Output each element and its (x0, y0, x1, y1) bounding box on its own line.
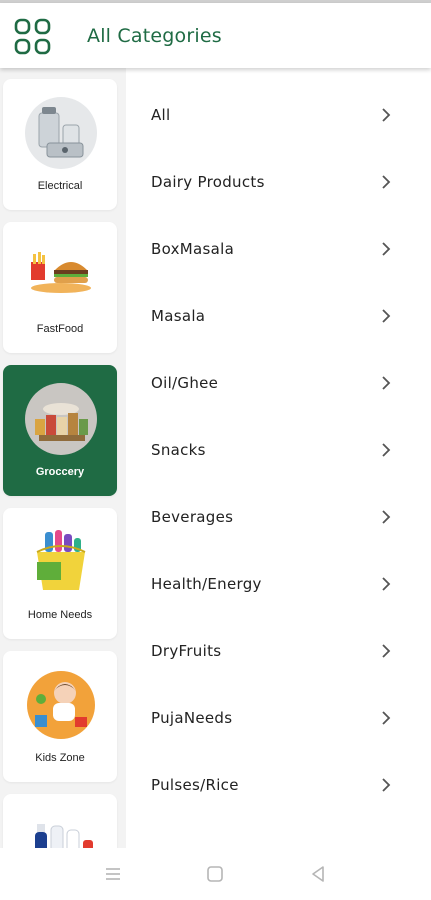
subcategory-row-pujaneeds[interactable]: PujaNeeds (126, 684, 431, 751)
subcategory-row-health-energy[interactable]: Health/Energy (126, 550, 431, 617)
sidebar-item-home-needs[interactable]: Home Needs (3, 508, 117, 639)
subcategory-label: Snacks (151, 440, 206, 459)
subcategory-row-snacks[interactable]: Snacks (126, 416, 431, 483)
sidebar-item-label: Home Needs (27, 609, 93, 621)
sidebar-item-label: FastFood (36, 323, 84, 335)
subcategory-label: All (151, 105, 171, 124)
subcategory-row-pulses-rice[interactable]: Pulses/Rice (126, 751, 431, 818)
chevron-right-icon (382, 643, 391, 658)
sidebar-item-label: Electrical (37, 180, 83, 192)
subcategory-row-all[interactable]: All (126, 81, 431, 148)
subcategory-row-beverages[interactable]: Beverages (126, 483, 431, 550)
subcategory-row-dairy-products[interactable]: Dairy Products (126, 148, 431, 215)
sidebar-item-kids-zone[interactable]: Kids Zone (3, 651, 117, 782)
subcategory-row-oil-ghee[interactable]: Oil/Ghee (126, 349, 431, 416)
chevron-right-icon (382, 576, 391, 591)
personal-care-bottles-image (35, 824, 93, 848)
subcategory-label: Dairy Products (151, 172, 265, 191)
burger-fries-image (31, 252, 91, 293)
subcategory-row-masala[interactable]: Masala (126, 282, 431, 349)
subcategory-label: PujaNeeds (151, 708, 233, 727)
subcategory-label: BoxMasala (151, 239, 235, 258)
subcategory-label: Masala (151, 306, 206, 325)
subcategory-label: DryFruits (151, 641, 222, 660)
categories-grid-icon[interactable] (14, 18, 52, 56)
sidebar-item-personal-care[interactable] (3, 794, 117, 848)
subcategory-label: Beverages (151, 507, 234, 526)
grocery-items-image (25, 383, 97, 455)
sidebar-item-fastfood[interactable]: FastFood (3, 222, 117, 353)
chevron-right-icon (382, 375, 391, 390)
home-square-icon[interactable] (203, 862, 227, 886)
sidebar-item-electrical[interactable]: Electrical (3, 79, 117, 210)
kid-toys-image (27, 671, 95, 739)
subcategory-label: Health/Energy (151, 574, 262, 593)
cleaning-bucket-image (36, 530, 86, 590)
system-navigation-bar (0, 848, 431, 900)
subcategory-label: Pulses/Rice (151, 775, 239, 794)
subcategory-row-dryfruits[interactable]: DryFruits (126, 617, 431, 684)
sidebar-item-label: Kids Zone (35, 752, 85, 764)
subcategory-row-boxmasala[interactable]: BoxMasala (126, 215, 431, 282)
app-bar: All Categories (0, 3, 431, 68)
mixer-grinder-image (25, 97, 97, 169)
sidebar-item-label: Groccery (35, 466, 85, 478)
back-triangle-icon[interactable] (306, 862, 330, 886)
chevron-right-icon (382, 308, 391, 323)
category-sidebar[interactable]: Electrical FastFood Groccery Home Needs … (0, 68, 126, 848)
chevron-right-icon (382, 509, 391, 524)
subcategory-label: Oil/Ghee (151, 373, 219, 392)
chevron-right-icon (382, 107, 391, 122)
chevron-right-icon (382, 174, 391, 189)
sidebar-item-groccery[interactable]: Groccery (3, 365, 117, 496)
chevron-right-icon (382, 777, 391, 792)
chevron-right-icon (382, 241, 391, 256)
chevron-right-icon (382, 442, 391, 457)
chevron-right-icon (382, 710, 391, 725)
page-title: All Categories (87, 25, 222, 47)
menu-icon[interactable] (101, 862, 125, 886)
